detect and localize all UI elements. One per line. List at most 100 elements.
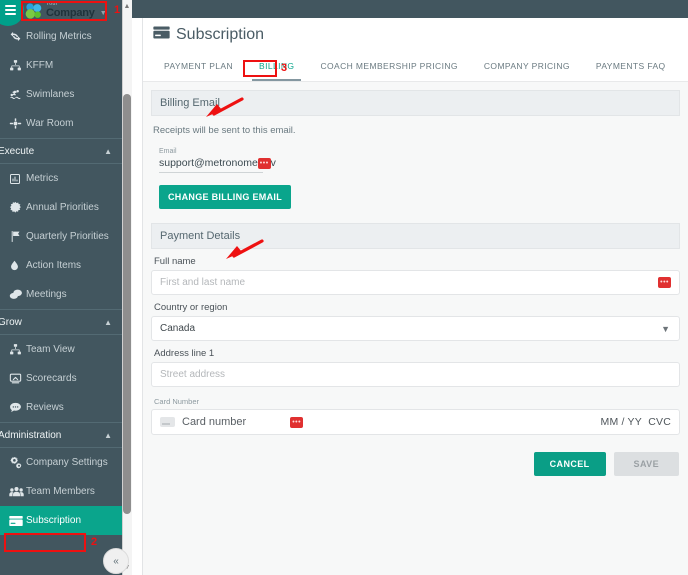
users-icon bbox=[9, 486, 26, 498]
scroll-up-arrow-icon[interactable]: ▲ bbox=[123, 2, 131, 12]
org-chart-icon bbox=[9, 59, 26, 72]
card-expiry-cvc-placeholder: MM / YY CVC bbox=[601, 416, 672, 428]
country-value: Canada bbox=[160, 323, 196, 334]
billing-email-description: Receipts will be sent to this email. bbox=[153, 125, 296, 136]
payment-details-section-header: Payment Details bbox=[151, 223, 680, 249]
sidebar-item-annual-priorities[interactable]: Annual Priorities bbox=[0, 193, 122, 222]
company-logo[interactable]: Your Company ▼ bbox=[25, 2, 107, 19]
sidebar-item-meetings[interactable]: Meetings bbox=[0, 280, 122, 309]
hamburger-bars bbox=[5, 3, 16, 17]
tab-label: COMPANY PRICING bbox=[483, 61, 570, 71]
save-button: SAVE bbox=[613, 452, 679, 476]
tab-label: PAYMENT PLAN bbox=[164, 61, 234, 71]
gear-burst-icon bbox=[9, 201, 26, 214]
sidebar-item-scorecards[interactable]: Scorecards bbox=[0, 364, 122, 393]
sidebar-item-label: Reviews bbox=[26, 402, 64, 413]
billing-email-field[interactable]: support@metronome ••• v bbox=[159, 157, 276, 173]
sidebar-item-label: Team Members bbox=[26, 486, 95, 497]
card-number-label: Card Number bbox=[154, 397, 200, 406]
sidebar-item-subscription[interactable]: Subscription bbox=[0, 506, 122, 535]
sidebar-section-grow[interactable]: Grow ▲ bbox=[0, 309, 122, 335]
tab-billing[interactable]: BILLING bbox=[246, 51, 307, 81]
sidebar-item-reviews[interactable]: Reviews bbox=[0, 393, 122, 422]
full-name-field[interactable]: First and last name ••• bbox=[151, 270, 680, 295]
tab-company-pricing[interactable]: COMPANY PRICING bbox=[471, 51, 583, 81]
sidebar-item-team-view[interactable]: Team View bbox=[0, 335, 122, 364]
tab-payments-faq[interactable]: PAYMENTS FAQ bbox=[583, 51, 679, 81]
tab-payment-plan[interactable]: PAYMENT PLAN bbox=[151, 51, 246, 81]
form-actions: CANCEL SAVE bbox=[151, 435, 680, 476]
sidebar-section-execute[interactable]: Execute ▲ bbox=[0, 138, 122, 164]
crosshair-icon bbox=[9, 117, 26, 130]
sidebar-nav: Rolling Metrics KFFM Swimlanes War Room bbox=[0, 22, 122, 535]
sidebar-item-label: Team View bbox=[26, 344, 75, 355]
chevron-up-icon: ▲ bbox=[104, 430, 112, 440]
refresh-cycle-icon bbox=[9, 30, 26, 43]
team-hierarchy-icon bbox=[9, 343, 26, 356]
sidebar-item-label: War Room bbox=[26, 118, 74, 129]
sidebar-section-title: Grow bbox=[0, 316, 22, 328]
email-field-label: Email bbox=[159, 148, 177, 155]
tab-coach-membership-pricing[interactable]: COACH MEMBERSHIP PRICING bbox=[307, 51, 470, 81]
tab-label: COACH MEMBERSHIP PRICING bbox=[320, 61, 458, 71]
sidebar: Your Company ▼ Rolling Metrics KFFM Swim… bbox=[0, 0, 132, 575]
sidebar-item-action-items[interactable]: Action Items bbox=[0, 251, 122, 280]
change-billing-email-wrap: CHANGE BILLING EMAIL bbox=[151, 173, 680, 223]
chat-bubbles-icon bbox=[9, 288, 26, 301]
sidebar-item-label: Subscription bbox=[26, 515, 82, 526]
sidebar-section-title: Administration bbox=[0, 429, 62, 441]
tab-label: PAYMENTS FAQ bbox=[595, 61, 666, 71]
chevron-up-icon: ▲ bbox=[104, 146, 112, 156]
address-line-1-field[interactable]: Street address bbox=[151, 362, 680, 387]
card-expiry-placeholder: MM / YY bbox=[600, 416, 642, 428]
sidebar-item-label: Metrics bbox=[26, 173, 59, 184]
change-billing-email-button[interactable]: CHANGE BILLING EMAIL bbox=[159, 185, 291, 209]
chevron-down-icon[interactable]: ▼ bbox=[100, 10, 107, 17]
sidebar-item-quarterly-priorities[interactable]: Quarterly Priorities bbox=[0, 222, 122, 251]
scorecard-icon bbox=[9, 372, 26, 385]
page-header: Subscription bbox=[143, 18, 688, 51]
sidebar-item-label: Annual Priorities bbox=[26, 202, 99, 213]
billing-email-section-header: Billing Email bbox=[151, 90, 680, 116]
country-select[interactable]: Canada ▼ bbox=[151, 316, 680, 341]
sidebar-item-label: Rolling Metrics bbox=[26, 31, 92, 42]
top-bar bbox=[132, 0, 688, 18]
billing-email-value: support@metronome bbox=[159, 157, 258, 169]
sidebar-item-war-room[interactable]: War Room bbox=[0, 109, 122, 138]
sidebar-item-label: Quarterly Priorities bbox=[26, 231, 109, 242]
sidebar-item-label: Swimlanes bbox=[26, 89, 75, 100]
tab-bar: PAYMENT PLAN BILLING COACH MEMBERSHIP PR… bbox=[143, 51, 688, 82]
main-content: Subscription PAYMENT PLAN BILLING COACH … bbox=[142, 18, 688, 575]
sidebar-item-label: Scorecards bbox=[26, 373, 77, 384]
full-name-placeholder: First and last name bbox=[160, 277, 246, 288]
credit-card-icon bbox=[153, 25, 170, 44]
chevron-up-icon: ▲ bbox=[104, 317, 112, 327]
card-number-field[interactable]: Card number ••• MM / YY CVC bbox=[151, 409, 680, 435]
sidebar-item-metrics[interactable]: Metrics bbox=[0, 164, 122, 193]
sidebar-section-administration[interactable]: Administration ▲ bbox=[0, 422, 122, 448]
billing-content: Billing Email Receipts will be sent to t… bbox=[143, 82, 688, 476]
sidebar-scrollbar-thumb[interactable] bbox=[123, 94, 131, 514]
sidebar-collapse-button[interactable]: « bbox=[103, 548, 129, 574]
comment-dots-icon bbox=[9, 401, 26, 414]
cancel-button[interactable]: CANCEL bbox=[533, 452, 606, 476]
chevron-down-icon: ▼ bbox=[661, 323, 670, 334]
sidebar-item-company-settings[interactable]: Company Settings bbox=[0, 448, 122, 477]
address-placeholder: Street address bbox=[160, 369, 226, 380]
tab-label: BILLING bbox=[259, 61, 295, 71]
sidebar-item-label: Company Settings bbox=[26, 457, 108, 468]
sidebar-item-team-members[interactable]: Team Members bbox=[0, 477, 122, 506]
redaction-marker: ••• bbox=[658, 277, 671, 288]
redaction-marker: ••• bbox=[290, 416, 304, 428]
sidebar-section-title: Execute bbox=[0, 145, 35, 157]
card-number-placeholder: Card number bbox=[182, 416, 247, 428]
country-label: Country or region bbox=[154, 302, 228, 313]
sidebar-item-rolling-metrics[interactable]: Rolling Metrics bbox=[0, 22, 122, 51]
card-cvc-placeholder: CVC bbox=[648, 416, 671, 428]
flag-icon bbox=[9, 230, 26, 243]
sidebar-scrollbar[interactable]: ▲ ▼ bbox=[122, 0, 132, 575]
sidebar-item-label: Meetings bbox=[26, 289, 67, 300]
sidebar-item-kffm[interactable]: KFFM bbox=[0, 51, 122, 80]
sidebar-item-swimlanes[interactable]: Swimlanes bbox=[0, 80, 122, 109]
sidebar-item-label: KFFM bbox=[26, 60, 54, 71]
